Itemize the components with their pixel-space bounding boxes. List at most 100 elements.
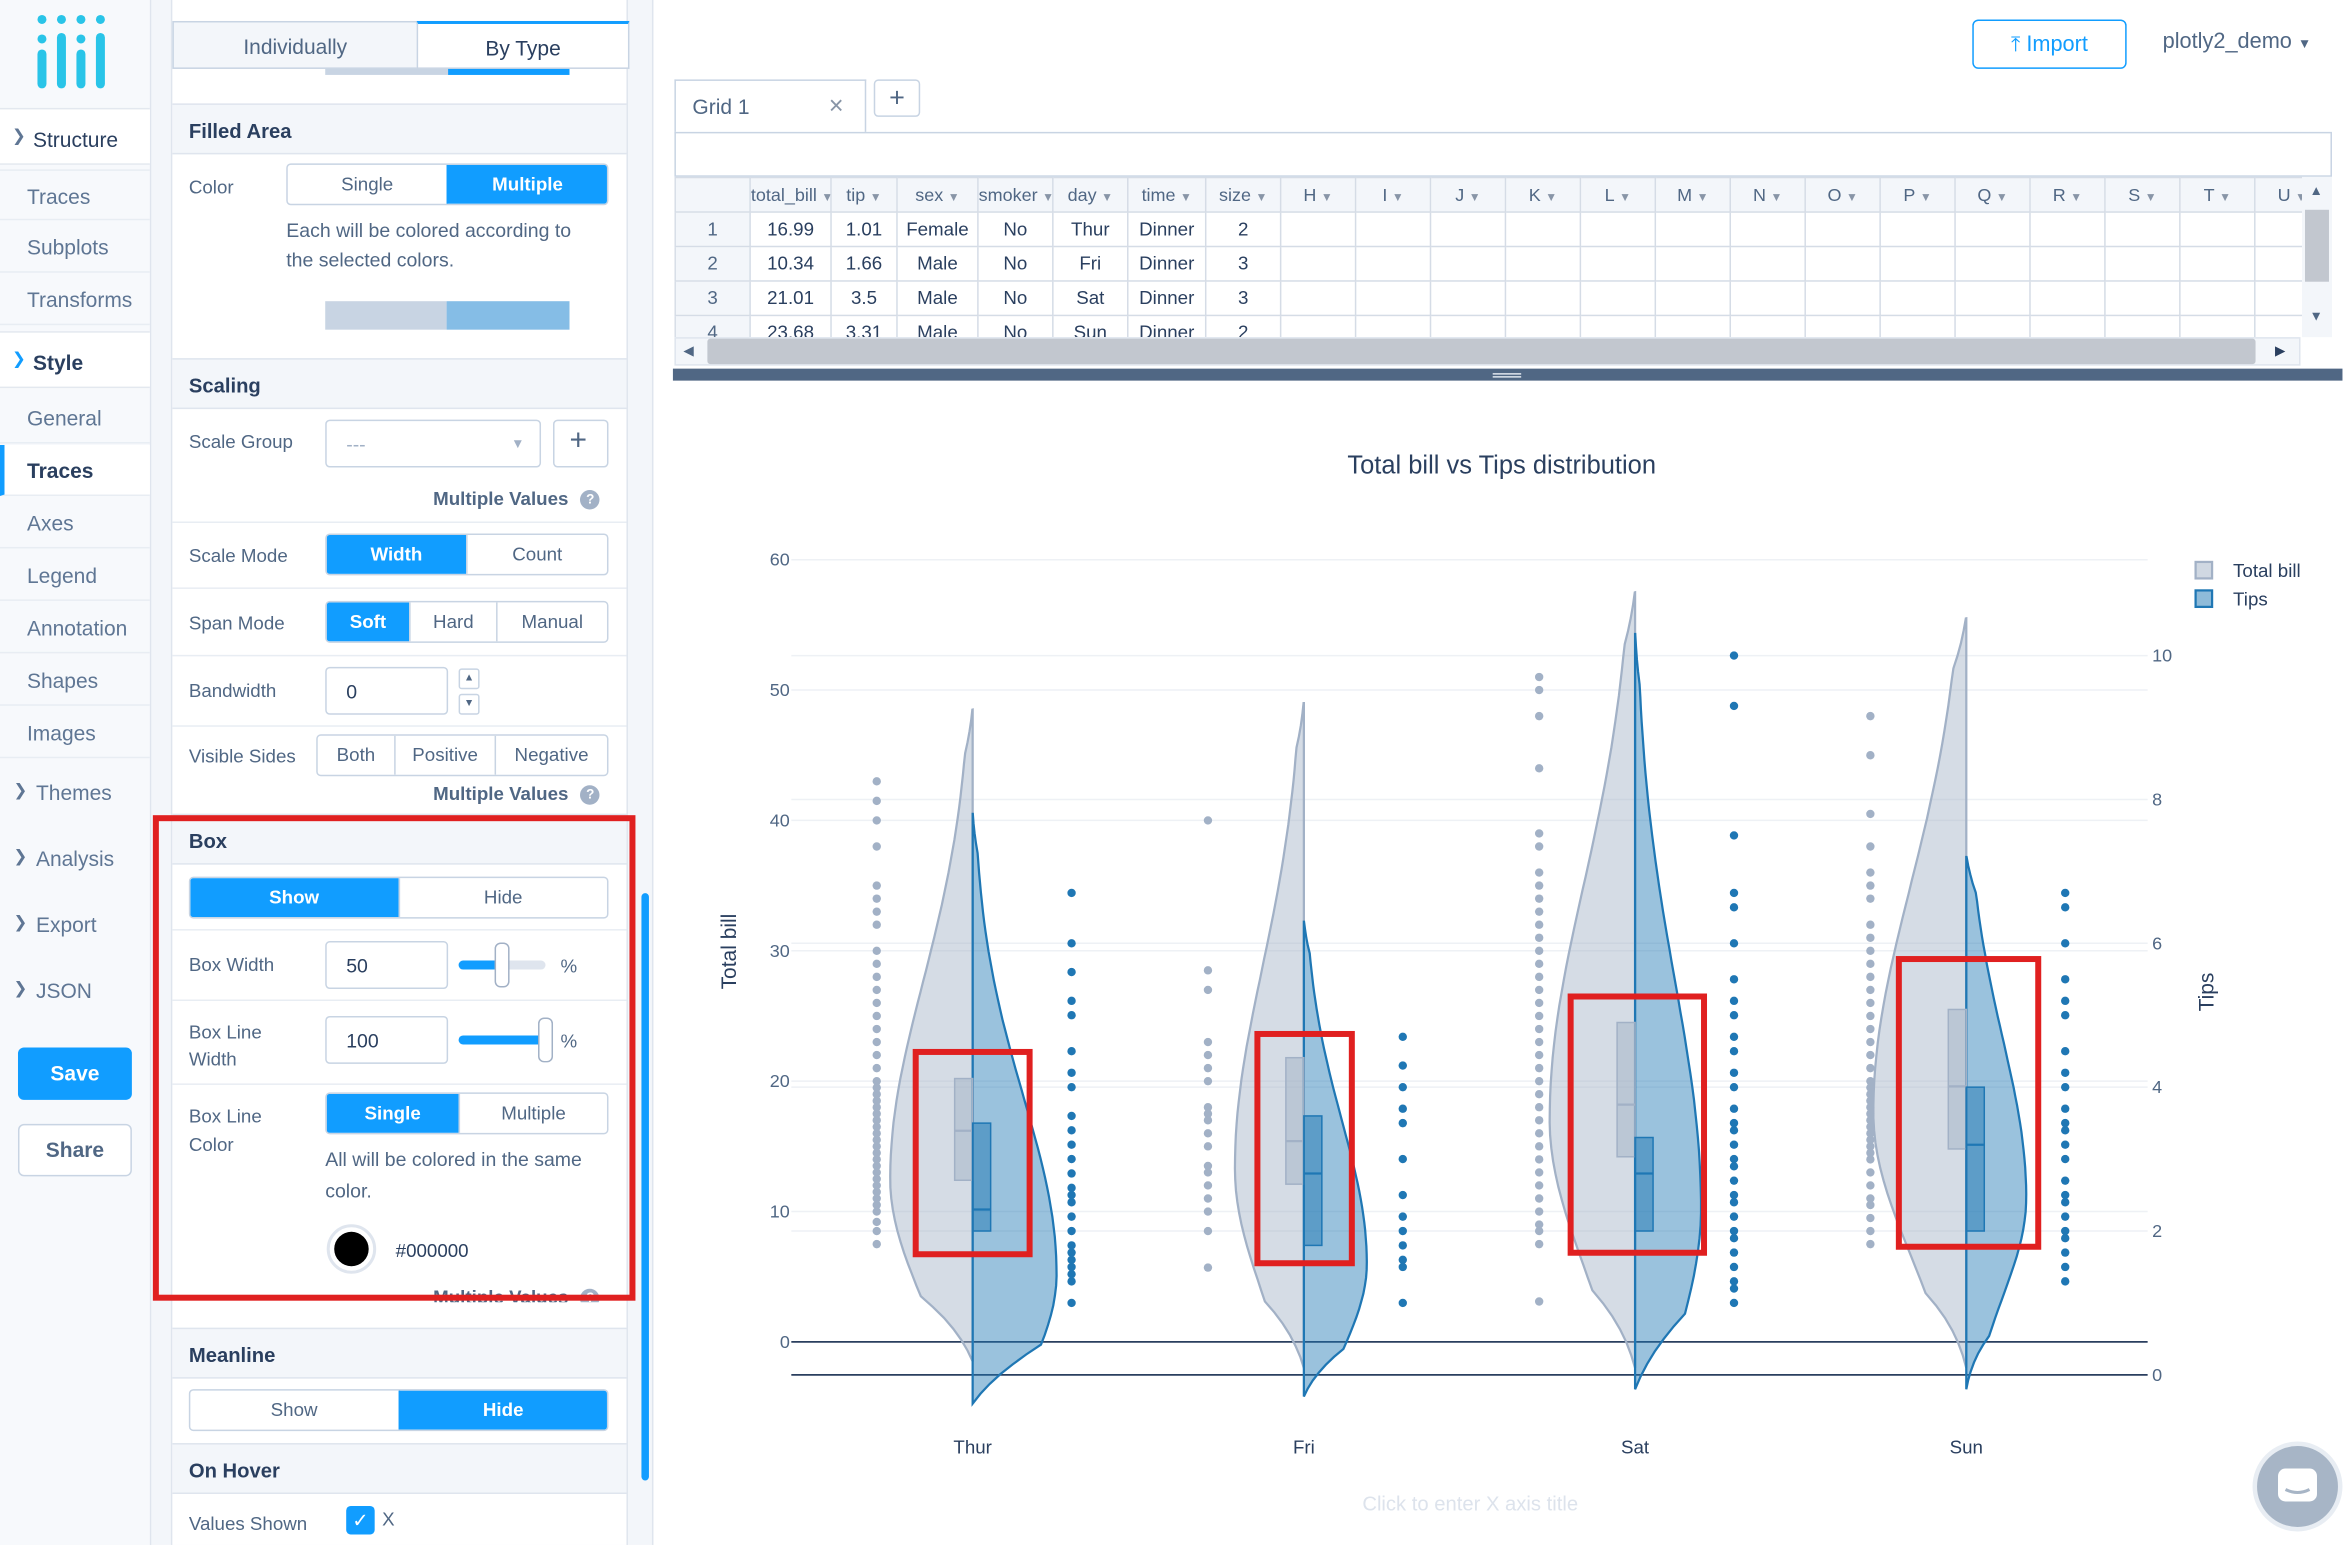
option-hard[interactable]: Hard (409, 602, 496, 642)
option-single[interactable]: Single (288, 165, 447, 204)
table-row[interactable]: 3 21.01 3.5 Male No Sat Dinner 3 (674, 280, 2303, 317)
caret-down-icon[interactable]: ▼ (1771, 190, 1783, 203)
caret-down-icon[interactable]: ▼ (1042, 190, 1051, 203)
table-cell[interactable]: Male (896, 280, 979, 317)
table-row[interactable]: 4 23.68 3.31 Male No Sun Dinner 2 (674, 314, 2303, 338)
grid-corner[interactable] (674, 176, 751, 213)
table-cell[interactable] (1429, 245, 1507, 282)
stepper-up-icon[interactable]: ▲ (458, 668, 480, 690)
column-header[interactable]: tip ▼ (830, 176, 898, 213)
option-show[interactable]: Show (190, 1391, 398, 1430)
caret-down-icon[interactable]: ▼ (1697, 190, 1709, 203)
formula-bar[interactable] (674, 131, 2332, 177)
option-positive[interactable]: Positive (394, 735, 494, 775)
table-row[interactable]: 1 16.99 1.01 Female No Thur Dinner 2 (674, 211, 2303, 248)
table-cell[interactable]: Dinner (1127, 280, 1207, 317)
table-cell[interactable] (1279, 211, 1357, 248)
table-cell[interactable]: 3 (1204, 245, 1282, 282)
arrow-up-icon[interactable]: ▲ (2309, 183, 2322, 198)
arrow-down-icon[interactable]: ▼ (2309, 309, 2322, 324)
share-button[interactable]: Share (17, 1123, 132, 1177)
table-cell[interactable] (1354, 211, 1432, 248)
table-cell[interactable]: 21.01 (749, 280, 832, 317)
nav-item-axes[interactable]: Axes (0, 498, 150, 549)
table-cell[interactable] (1504, 211, 1582, 248)
option-manual[interactable]: Manual (496, 602, 607, 642)
option-both[interactable]: Both (318, 736, 394, 775)
table-cell[interactable] (2254, 314, 2303, 338)
nav-item-annotation[interactable]: Annotation (0, 602, 150, 654)
table-cell[interactable] (1879, 314, 1956, 338)
span-mode-toggle[interactable]: Soft Hard Manual (325, 600, 609, 643)
column-header[interactable]: sex ▼ (896, 176, 979, 213)
table-cell[interactable] (1654, 314, 1731, 338)
table-cell[interactable] (1729, 280, 1806, 317)
table-cell[interactable]: No (977, 280, 1054, 317)
column-header[interactable]: O ▼ (1804, 176, 1881, 213)
column-header[interactable]: N ▼ (1729, 176, 1806, 213)
table-cell[interactable]: Thur (1052, 211, 1129, 248)
table-cell[interactable] (1279, 314, 1357, 338)
caret-down-icon[interactable]: ▼ (870, 190, 882, 203)
nav-style-header[interactable]: ❯ Style (0, 331, 150, 389)
nav-cat-json[interactable]: ❯ JSON (0, 961, 150, 1021)
table-cell[interactable]: 10.34 (749, 245, 832, 282)
filled-area-color-toggle[interactable]: Single Multiple (286, 163, 609, 206)
table-cell[interactable] (1504, 245, 1582, 282)
color-swatch-gray[interactable] (325, 301, 447, 330)
table-cell[interactable] (1279, 280, 1357, 317)
save-button[interactable]: Save (17, 1047, 132, 1100)
table-cell[interactable] (1279, 245, 1357, 282)
table-cell[interactable] (1429, 314, 1507, 338)
table-cell[interactable]: 23.68 (749, 314, 832, 338)
table-cell[interactable] (1804, 314, 1881, 338)
table-cell[interactable]: 2 (1204, 314, 1282, 338)
grid-tab[interactable]: Grid 1 × (674, 79, 867, 134)
caret-down-icon[interactable]: ▼ (1996, 190, 2008, 203)
bandwidth-input[interactable]: 0 (325, 666, 449, 715)
nav-item-shapes[interactable]: Shapes (0, 655, 150, 706)
tab-individually[interactable]: Individually (172, 20, 419, 69)
table-cell[interactable] (1879, 280, 1956, 317)
import-button[interactable]: ⤒ Import (1972, 19, 2127, 69)
caret-down-icon[interactable]: ▼ (948, 190, 960, 203)
caret-down-icon[interactable]: ▼ (2070, 190, 2082, 203)
nav-item-general[interactable]: General (0, 393, 150, 444)
nav-structure-header[interactable]: ❯ Structure (0, 107, 150, 165)
caret-down-icon[interactable]: ▼ (1545, 190, 1557, 203)
table-cell[interactable] (1729, 245, 1806, 282)
table-cell[interactable] (1804, 280, 1881, 317)
table-cell[interactable]: 16.99 (749, 211, 832, 248)
nav-item-transforms[interactable]: Transforms (0, 274, 150, 326)
table-cell[interactable] (1954, 245, 2031, 282)
color-swatch-blue[interactable] (446, 301, 570, 330)
table-cell[interactable] (1504, 280, 1582, 317)
column-header[interactable]: L ▼ (1579, 176, 1657, 213)
table-cell[interactable]: Male (896, 245, 979, 282)
caret-down-icon[interactable]: ▼ (1101, 190, 1113, 203)
caret-down-icon[interactable]: ▼ (1180, 190, 1192, 203)
table-cell[interactable] (2104, 211, 2181, 248)
table-cell[interactable]: Dinner (1127, 245, 1207, 282)
table-cell[interactable] (2029, 314, 2106, 338)
table-cell[interactable]: Dinner (1127, 314, 1207, 338)
table-cell[interactable] (1729, 211, 1806, 248)
table-cell[interactable]: Female (896, 211, 979, 248)
table-cell[interactable] (1579, 245, 1657, 282)
column-header[interactable]: K ▼ (1504, 176, 1582, 213)
nav-cat-themes[interactable]: ❯ Themes (0, 763, 150, 823)
scale-mode-toggle[interactable]: Width Count (325, 533, 609, 576)
option-count[interactable]: Count (466, 534, 607, 574)
table-cell[interactable]: Sun (1052, 314, 1129, 338)
column-header[interactable]: I ▼ (1354, 176, 1432, 213)
column-header[interactable]: M ▼ (1654, 176, 1731, 213)
add-scale-group-button[interactable]: + (553, 419, 609, 468)
scale-group-dropdown[interactable]: --- ▼ (325, 419, 542, 468)
table-cell[interactable] (1954, 280, 2031, 317)
column-header[interactable]: S ▼ (2104, 176, 2181, 213)
column-header[interactable]: P ▼ (1879, 176, 1956, 213)
table-cell[interactable]: No (977, 245, 1054, 282)
tab-by-type[interactable]: By Type (416, 20, 630, 69)
table-cell[interactable] (1579, 280, 1657, 317)
caret-down-icon[interactable]: ▼ (821, 190, 829, 203)
